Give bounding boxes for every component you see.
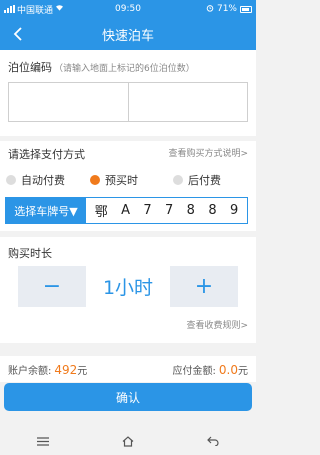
parking-code-heading: 泊位编码 （请输入地面上标记的6位泊位数） (8, 59, 195, 75)
account-balance-label: 账户余额: (8, 365, 52, 377)
duration-stepper: − 1小时 + (18, 266, 238, 307)
balance-bar: 账户余额: 492 元 应付金额: 0.0 元 (0, 356, 256, 382)
payment-option-label: 后付费 (188, 174, 221, 187)
back-arrow-icon[interactable] (198, 429, 228, 453)
plate-char: 7 (165, 203, 174, 218)
duration-label: 购买时长 (8, 247, 52, 260)
account-balance-value: 492 (54, 362, 78, 377)
status-bar: 中国联通 09:50 71% (0, 0, 256, 18)
increase-button[interactable]: + (170, 266, 238, 307)
header: 快速泊车 (0, 18, 256, 50)
account-balance-unit: 元 (77, 365, 88, 377)
payment-option-postpay[interactable]: 后付费 (173, 172, 221, 188)
payment-options: 自动付费 预买时 后付费 (0, 168, 256, 188)
parking-code-label: 泊位编码 (8, 61, 52, 74)
radio-icon (6, 175, 16, 185)
parking-code-input[interactable] (8, 82, 248, 122)
home-icon[interactable] (113, 429, 143, 453)
menu-icon[interactable] (28, 429, 58, 453)
plate-char: 鄂 (94, 205, 108, 220)
amount-due-unit: 元 (238, 365, 248, 377)
amount-due: 应付金额: 0.0 元 (173, 362, 248, 377)
plate-char: 7 (143, 203, 152, 218)
payment-option-prepay[interactable]: 预买时 (90, 172, 138, 188)
plate-char: 8 (208, 203, 217, 218)
payment-option-label: 预买时 (105, 174, 138, 187)
plate-char: 9 (229, 203, 239, 218)
radio-selected-icon (90, 175, 100, 185)
parking-code-box-2[interactable] (129, 83, 248, 121)
amount-due-value: 0.0 (218, 362, 238, 377)
select-plate-button[interactable]: 选择车牌号▼ (6, 198, 86, 223)
confirm-button[interactable]: 确认 (4, 383, 252, 411)
status-time: 09:50 (115, 4, 141, 14)
payment-label: 请选择支付方式 (8, 148, 85, 161)
battery-icon (240, 5, 252, 13)
payment-option-auto[interactable]: 自动付费 (6, 172, 65, 188)
page-title: 快速泊车 (101, 28, 154, 44)
plate-char: A (121, 203, 130, 218)
payment-option-label: 自动付费 (21, 174, 65, 187)
payment-help-link[interactable]: 查看购买方式说明> (168, 146, 248, 159)
plate-char: 8 (186, 203, 195, 218)
radio-icon (173, 175, 183, 185)
parking-code-box-1[interactable] (9, 83, 129, 121)
decrease-button[interactable]: − (18, 266, 86, 307)
plate-selector: 选择车牌号▼ 鄂 A 7 7 8 8 9 (5, 197, 248, 224)
account-balance: 账户余额: 492 元 (8, 362, 87, 377)
duration-value: 1小时 (86, 266, 170, 307)
system-nav-bar (0, 427, 256, 455)
chevron-left-icon (13, 27, 22, 41)
plate-number[interactable]: 鄂 A 7 7 8 8 9 (86, 198, 247, 223)
back-button[interactable] (6, 22, 30, 46)
amount-due-label: 应付金额: (172, 365, 216, 377)
fee-rules-link[interactable]: 查看收费规则> (186, 318, 248, 331)
parking-code-hint: （请输入地面上标记的6位泊位数） (54, 64, 195, 74)
